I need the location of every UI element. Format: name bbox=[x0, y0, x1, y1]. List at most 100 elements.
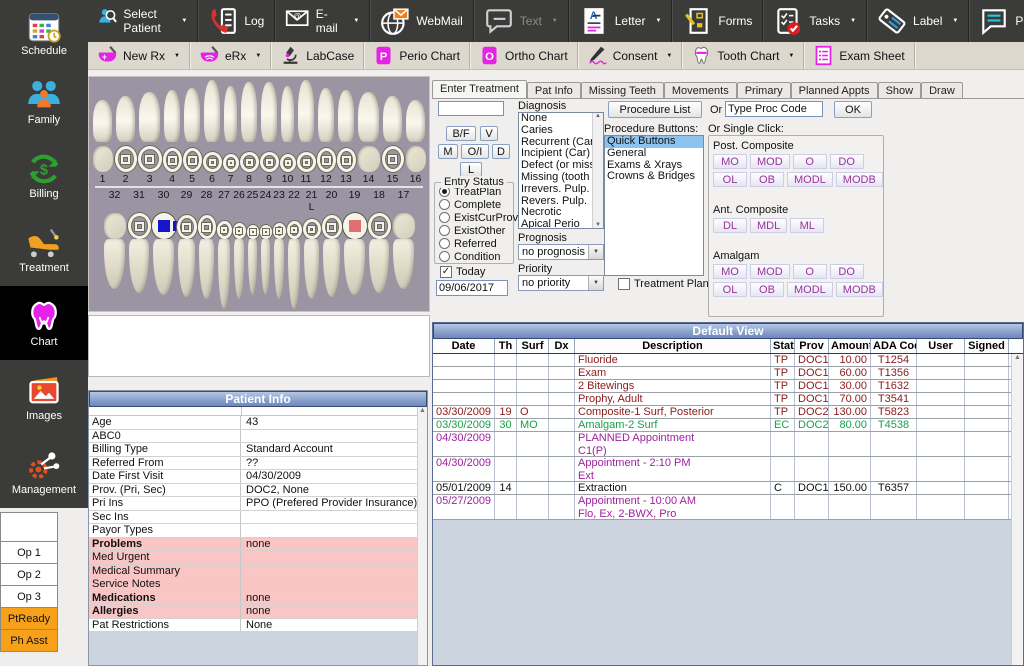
treatment-plans-checkbox[interactable]: Treatment Plans bbox=[614, 277, 714, 290]
radio-icon[interactable] bbox=[439, 225, 450, 236]
surface-button-v[interactable]: V bbox=[480, 126, 498, 141]
column-header-th[interactable]: Th bbox=[495, 339, 517, 353]
tooth-22[interactable] bbox=[287, 239, 302, 313]
tooth-10[interactable] bbox=[280, 78, 296, 142]
procedure-row[interactable]: 2 BitewingsTPDOC130.00T1632 bbox=[433, 380, 1023, 393]
toolbar-button-labcase[interactable]: LabCase bbox=[271, 42, 364, 69]
procedure-row[interactable]: FluorideTPDOC110.00T1254 bbox=[433, 354, 1023, 367]
status-button-ph-asst[interactable]: Ph Asst bbox=[0, 630, 58, 652]
quick-surface-button-modb[interactable]: MODB bbox=[836, 282, 883, 297]
tooth-occlusal-10[interactable] bbox=[280, 154, 296, 172]
tooth-occlusal-28[interactable] bbox=[198, 215, 216, 239]
radio-icon[interactable] bbox=[439, 212, 450, 223]
quick-surface-button-modl[interactable]: MODL bbox=[787, 172, 833, 187]
tab-show[interactable]: Show bbox=[878, 82, 922, 98]
procedure-buttons-listbox[interactable]: Quick ButtonsGeneralExams & XraysCrowns … bbox=[604, 135, 704, 276]
tab-primary[interactable]: Primary bbox=[737, 82, 791, 98]
toolbar-button-consent[interactable]: Consent▼ bbox=[578, 42, 683, 69]
toolbar-button-tasks[interactable]: Tasks▼ bbox=[763, 0, 867, 42]
tooth-18[interactable] bbox=[368, 239, 391, 313]
entry-status-option-existother[interactable]: ExistOther bbox=[435, 224, 513, 237]
sidebar-item-family[interactable]: Family bbox=[0, 64, 88, 138]
patient-info-scrollbar[interactable]: ▲ bbox=[417, 407, 427, 665]
quick-surface-button-mdl[interactable]: MDL bbox=[750, 218, 787, 233]
toolbar-button-email[interactable]: @E-mail▼ bbox=[275, 0, 370, 42]
diagnosis-item[interactable]: Caries bbox=[519, 125, 603, 137]
tooth-13[interactable] bbox=[337, 78, 356, 142]
column-header-ada-code[interactable]: ADA Code bbox=[871, 339, 917, 353]
quick-surface-button-mo[interactable]: MO bbox=[713, 264, 747, 279]
prognosis-dropdown-arrow-icon[interactable]: ▼ bbox=[588, 245, 603, 259]
surface-button-m[interactable]: M bbox=[438, 144, 458, 159]
entry-status-option-existcurprov[interactable]: ExistCurProv bbox=[435, 211, 513, 224]
toolbar-button-label[interactable]: Label▼ bbox=[867, 0, 969, 42]
dropdown-arrow-icon[interactable]: ▼ bbox=[552, 18, 558, 24]
tooth-occlusal-24[interactable] bbox=[260, 225, 272, 239]
toolbar-button-text[interactable]: Text▼ bbox=[474, 0, 569, 42]
procedure-row[interactable]: 05/27/2009Appointment - 10:00 AMFlo, Ex,… bbox=[433, 495, 1023, 520]
toolbar-button-letter[interactable]: ALetter▼ bbox=[569, 0, 673, 42]
procedure-row[interactable]: Prophy, AdultTPDOC170.00T3541 bbox=[433, 393, 1023, 406]
sidebar-item-treatment[interactable]: Treatment bbox=[0, 212, 88, 286]
tooth-28[interactable] bbox=[198, 239, 216, 313]
tooth-occlusal-23[interactable] bbox=[273, 223, 286, 239]
sidebar-item-chart[interactable]: Chart bbox=[0, 286, 88, 360]
quick-surface-button-ob[interactable]: OB bbox=[750, 282, 784, 297]
dropdown-arrow-icon[interactable]: ▼ bbox=[850, 18, 856, 24]
tooth-23[interactable] bbox=[273, 239, 286, 313]
tooth-1[interactable] bbox=[92, 78, 114, 142]
column-header-signed[interactable]: Signed bbox=[965, 339, 1009, 353]
dropdown-arrow-icon[interactable]: ▼ bbox=[655, 18, 661, 24]
procedure-row[interactable]: 03/30/200919OComposite-1 Surf, Posterior… bbox=[433, 406, 1023, 419]
tooth-occlusal-30[interactable] bbox=[152, 213, 176, 239]
radio-icon[interactable] bbox=[439, 238, 450, 249]
chart-note-box[interactable] bbox=[88, 315, 430, 377]
tooth-occlusal-21[interactable] bbox=[303, 219, 321, 239]
tooth-occlusal-9[interactable] bbox=[260, 152, 279, 172]
tooth-occlusal-16[interactable] bbox=[405, 146, 427, 172]
procedure-row[interactable]: 04/30/2009Appointment - 2:10 PMExt bbox=[433, 457, 1023, 482]
quick-surface-button-modb[interactable]: MODB bbox=[836, 172, 883, 187]
tab-pat-info[interactable]: Pat Info bbox=[527, 82, 581, 98]
surface-button-oi[interactable]: O/I bbox=[461, 144, 489, 159]
diagnosis-item[interactable]: Irrevers. Pulp. bbox=[519, 184, 603, 196]
tooth-occlusal-7[interactable] bbox=[223, 154, 239, 172]
toolbar-button-tooth-chart[interactable]: Tooth Chart▼ bbox=[682, 42, 804, 69]
surface-button-l[interactable]: L bbox=[460, 162, 482, 177]
dropdown-arrow-icon[interactable]: ▼ bbox=[666, 53, 672, 59]
entry-status-option-condition[interactable]: Condition bbox=[435, 250, 513, 263]
tooth-27[interactable] bbox=[217, 239, 232, 313]
surface-button-d[interactable]: D bbox=[492, 144, 510, 159]
tooth-32[interactable] bbox=[103, 239, 127, 313]
tab-planned-appts[interactable]: Planned Appts bbox=[791, 82, 878, 98]
tab-enter-treatment[interactable]: Enter Treatment bbox=[432, 80, 527, 98]
tooth-21[interactable] bbox=[303, 239, 321, 313]
today-checkbox[interactable]: ✓ Today bbox=[436, 265, 485, 278]
tooth-occlusal-29[interactable] bbox=[177, 215, 197, 239]
sidebar-item-schedule[interactable]: Schedule bbox=[0, 0, 88, 64]
tooth-occlusal-20[interactable] bbox=[322, 215, 342, 239]
column-header-stat[interactable]: Stat bbox=[771, 339, 795, 353]
dropdown-arrow-icon[interactable]: ▼ bbox=[174, 53, 180, 59]
procedure-category-item[interactable]: Crowns & Bridges bbox=[605, 171, 703, 183]
tooth-occlusal-4[interactable] bbox=[163, 148, 182, 172]
tooth-occlusal-5[interactable] bbox=[183, 148, 202, 172]
procedure-row[interactable]: 05/01/200914ExtractionCDOC1150.00T6357 bbox=[433, 482, 1023, 495]
procedure-list-button[interactable]: Procedure List bbox=[608, 101, 702, 118]
toolbar-button-forms[interactable]: Forms bbox=[672, 0, 763, 42]
tooth-occlusal-27[interactable] bbox=[217, 221, 232, 239]
procedure-row[interactable]: 04/30/2009PLANNED AppointmentC1(P) bbox=[433, 432, 1023, 457]
tooth-occlusal-22[interactable] bbox=[287, 221, 302, 239]
tooth-occlusal-14[interactable] bbox=[357, 146, 381, 172]
toolbar-button-log[interactable]: Log bbox=[198, 0, 275, 42]
tooth-occlusal-26[interactable] bbox=[233, 223, 246, 239]
tooth-24[interactable] bbox=[260, 239, 272, 313]
tooth-occlusal-6[interactable] bbox=[203, 152, 222, 172]
procedure-row[interactable]: ExamTPDOC160.00T1356 bbox=[433, 367, 1023, 380]
tooth-9[interactable] bbox=[260, 78, 279, 142]
quick-surface-button-modl[interactable]: MODL bbox=[787, 282, 833, 297]
tooth-occlusal-13[interactable] bbox=[337, 148, 356, 172]
tooth-8[interactable] bbox=[240, 78, 259, 142]
diagnosis-scrollbar[interactable]: ▲▼ bbox=[592, 113, 603, 228]
surface-button-bf[interactable]: B/F bbox=[446, 126, 476, 141]
